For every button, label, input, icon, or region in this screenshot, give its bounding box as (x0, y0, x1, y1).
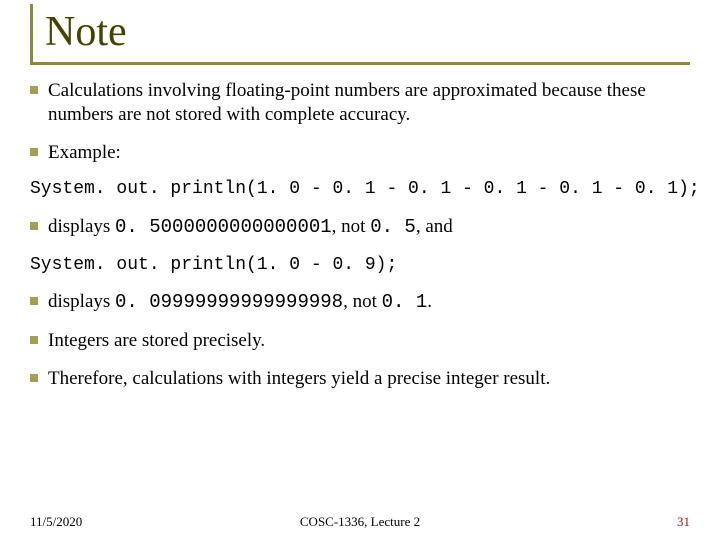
bullet-item: Example: (30, 141, 690, 165)
bullet-text: Example: (48, 141, 690, 165)
bullet-item: Calculations involving floating-point nu… (30, 79, 690, 127)
footer-date: 11/5/2020 (30, 514, 82, 530)
square-bullet-icon (30, 297, 38, 305)
bullet-text: displays 0. 09999999999999998, not 0. 1. (48, 290, 690, 315)
code-line: System. out. println(1. 0 - 0. 1 - 0. 1 … (30, 178, 690, 201)
bullet-item: displays 0. 5000000000000001, not 0. 5, … (30, 215, 690, 240)
slide-title: Note (45, 8, 690, 56)
footer-course: COSC-1336, Lecture 2 (300, 514, 420, 530)
square-bullet-icon (30, 222, 38, 230)
bullet-item: Integers are stored precisely. (30, 329, 690, 353)
bullet-text: Integers are stored precisely. (48, 329, 690, 353)
bullet-item: displays 0. 09999999999999998, not 0. 1. (30, 290, 690, 315)
slide: Note Calculations involving floating-poi… (0, 4, 720, 544)
square-bullet-icon (30, 148, 38, 156)
bullet-item: Therefore, calculations with integers yi… (30, 367, 690, 391)
title-container: Note (30, 4, 690, 65)
slide-body: Calculations involving floating-point nu… (30, 79, 690, 390)
bullet-text: displays 0. 5000000000000001, not 0. 5, … (48, 215, 690, 240)
code-line: System. out. println(1. 0 - 0. 9); (30, 254, 690, 277)
footer-page-number: 31 (677, 514, 690, 530)
slide-footer: 11/5/2020 COSC-1336, Lecture 2 31 (0, 514, 720, 530)
square-bullet-icon (30, 374, 38, 382)
square-bullet-icon (30, 336, 38, 344)
bullet-text: Therefore, calculations with integers yi… (48, 367, 690, 391)
square-bullet-icon (30, 86, 38, 94)
bullet-text: Calculations involving floating-point nu… (48, 79, 690, 127)
